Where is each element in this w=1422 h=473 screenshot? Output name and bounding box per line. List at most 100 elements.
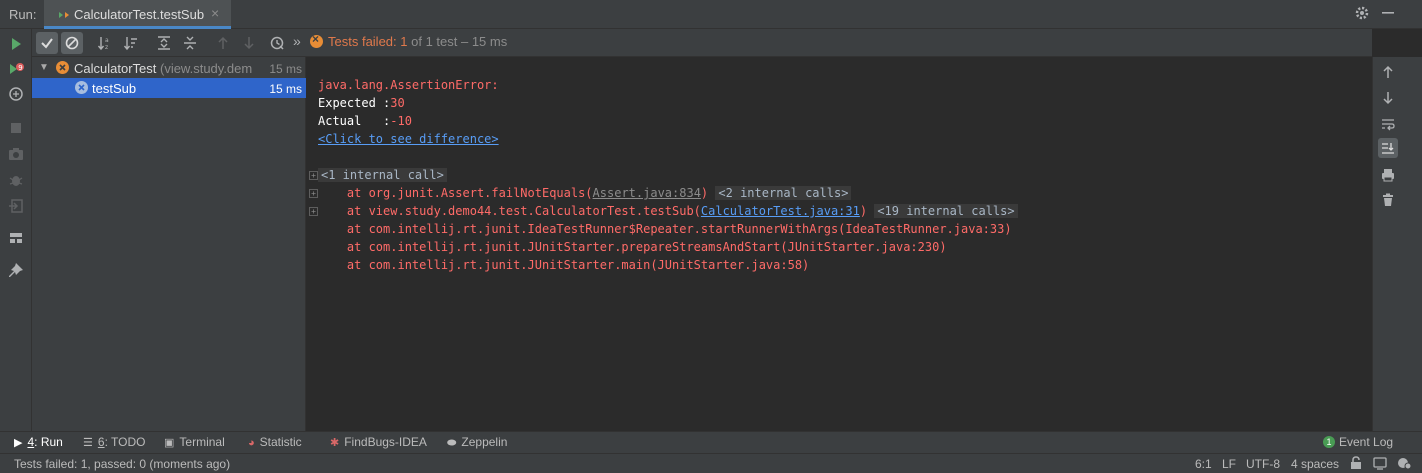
soft-wrap-icon[interactable] <box>1378 114 1398 134</box>
bug-icon[interactable] <box>7 171 25 189</box>
file-encoding[interactable]: UTF-8 <box>1246 457 1280 471</box>
expand-all-icon[interactable] <box>153 32 175 54</box>
trash-icon[interactable] <box>1378 190 1398 210</box>
tab-statistic[interactable]: ◕ Statistic <box>248 435 302 449</box>
debug-icon[interactable] <box>7 85 25 103</box>
calculator-test-java-link[interactable]: CalculatorTest.java:31 <box>701 204 860 218</box>
tab-zeppelin[interactable]: ⬬ Zeppelin <box>447 435 507 450</box>
minimize-icon[interactable] <box>1379 5 1397 23</box>
tree-item-calculator-test[interactable]: ▼ CalculatorTest (view.study.dem 15 ms <box>32 58 306 78</box>
package-name: (view.study.dem <box>156 61 253 76</box>
tab-findbugs[interactable]: ✱ FindBugs-IDEA <box>330 435 427 449</box>
fold-toggle-icon[interactable]: + <box>309 189 318 198</box>
line-separator[interactable]: LF <box>1222 457 1236 471</box>
lock-icon[interactable] <box>1350 456 1362 473</box>
actual-label: Actual : <box>318 114 391 128</box>
tab-todo-label: : TODO <box>104 435 146 449</box>
tab-calculator-test[interactable]: CalculatorTest.testSub × <box>44 0 231 29</box>
scroll-down-icon[interactable] <box>1378 88 1398 108</box>
actual-value: -10 <box>390 114 412 128</box>
show-passed-toggle-icon[interactable] <box>36 32 58 54</box>
fold-toggle-icon[interactable]: + <box>309 171 318 180</box>
play-icon: ▶ <box>14 437 23 449</box>
stack-trace-line: at com.intellij.rt.junit.IdeaTestRunner$… <box>318 222 1012 236</box>
test-history-icon[interactable] <box>266 32 288 54</box>
next-failed-icon[interactable] <box>238 32 260 54</box>
tab-run[interactable]: ▶ 4: Run <box>14 435 63 449</box>
trace-suffix: ) <box>700 186 709 200</box>
stop-icon[interactable] <box>7 119 25 137</box>
tab-event-log[interactable]: 1 Event Log <box>1323 435 1393 449</box>
tab-terminal-label: Terminal <box>179 435 225 449</box>
tab-findbugs-label: FindBugs-IDEA <box>344 435 427 449</box>
gear-icon[interactable] <box>1353 5 1371 23</box>
run-label: Run: <box>9 7 37 22</box>
caret-position[interactable]: 6:1 <box>1195 457 1212 471</box>
failed-count: 1 <box>400 34 408 49</box>
internal-calls-fold[interactable]: <19 internal calls> <box>874 204 1018 218</box>
layout-icon[interactable] <box>7 229 25 247</box>
status-message[interactable]: Tests failed: 1, passed: 0 (moments ago) <box>14 457 230 471</box>
expected-label: Expected : <box>318 96 391 110</box>
duration-label: 15 ms <box>269 82 302 96</box>
more-toolbar-icon[interactable]: » <box>293 33 301 49</box>
pin-icon[interactable] <box>7 262 25 280</box>
play-icon[interactable] <box>7 35 25 53</box>
notifications-icon[interactable] <box>1396 456 1412 473</box>
fold-toggle-icon[interactable]: + <box>309 207 318 216</box>
scroll-up-icon[interactable] <box>1378 62 1398 82</box>
tab-terminal[interactable]: ▣ Terminal <box>164 435 225 449</box>
tab-zeppelin-label: Zeppelin <box>461 435 508 449</box>
test-tree: ▼ CalculatorTest (view.study.dem 15 ms t… <box>32 57 306 431</box>
tab-event-log-label: Event Log <box>1339 435 1394 449</box>
tab-todo-number: 6 <box>97 435 105 449</box>
show-ignored-toggle-icon[interactable] <box>61 32 83 54</box>
inspector-icon[interactable] <box>1373 456 1387 473</box>
tab-todo[interactable]: ☰ 6: TODO <box>83 435 145 449</box>
exit-icon[interactable] <box>7 197 25 215</box>
actual-line: Actual :-10 <box>318 112 412 130</box>
collapse-all-icon[interactable] <box>179 32 201 54</box>
expand-arrow-icon[interactable]: ▼ <box>39 62 49 73</box>
failed-icon <box>56 61 69 74</box>
camera-icon[interactable] <box>7 145 25 163</box>
print-icon[interactable] <box>1378 165 1398 185</box>
zeppelin-icon: ⬬ <box>447 437 457 449</box>
error-line: java.lang.AssertionError: <box>318 78 499 92</box>
previous-failed-icon[interactable] <box>212 32 234 54</box>
tab-run-label: : Run <box>34 435 63 449</box>
svg-text:a: a <box>105 37 109 44</box>
svg-text:z: z <box>105 44 108 51</box>
scroll-to-end-icon[interactable] <box>1378 138 1398 158</box>
internal-call-fold[interactable]: <1 internal call> <box>318 166 447 184</box>
internal-calls-fold[interactable]: <2 internal calls> <box>715 186 852 200</box>
sort-duration-icon[interactable] <box>120 32 142 54</box>
run-tool-window-header: Run: CalculatorTest.testSub × <box>0 0 1422 29</box>
status-bar: Tests failed: 1, passed: 0 (moments ago)… <box>0 453 1422 473</box>
stack-trace-line: at com.intellij.rt.junit.JUnitStarter.pr… <box>318 240 947 254</box>
trace-suffix: ) <box>859 204 868 218</box>
console-right-toolbar <box>1372 57 1422 431</box>
failed-icon <box>75 81 88 94</box>
sort-alpha-icon[interactable]: az <box>94 32 116 54</box>
class-name: CalculatorTest <box>74 61 157 76</box>
indent-setting[interactable]: 4 spaces <box>1291 457 1339 471</box>
click-to-see-difference-link[interactable]: <Click to see difference> <box>318 130 499 148</box>
stack-trace-line: at view.study.demo44.test.CalculatorTest… <box>318 202 1018 220</box>
console-output[interactable]: java.lang.AssertionError: Expected :30 A… <box>307 57 1372 431</box>
stack-trace-line: at com.intellij.rt.junit.JUnitStarter.ma… <box>318 258 810 272</box>
failed-icon <box>310 32 323 48</box>
test-status-summary: Tests failed: 1 of 1 test – 15 ms <box>310 32 507 49</box>
close-tab-icon[interactable]: × <box>211 5 219 21</box>
assert-java-link[interactable]: Assert.java:834 <box>593 186 701 200</box>
expected-value: 30 <box>390 96 405 110</box>
list-icon: ☰ <box>83 437 93 449</box>
bug-icon: ✱ <box>330 437 340 449</box>
status-prefix: Tests failed: <box>328 34 401 49</box>
run-left-toolbar: 9 <box>0 29 32 431</box>
tab-label: CalculatorTest.testSub <box>74 7 205 22</box>
internal-call-fold-label: <1 internal call> <box>318 168 447 182</box>
rerun-failed-icon[interactable]: 9 <box>7 60 25 78</box>
pie-chart-icon: ◕ <box>248 437 255 449</box>
tree-item-test-sub[interactable]: testSub 15 ms <box>32 78 306 98</box>
